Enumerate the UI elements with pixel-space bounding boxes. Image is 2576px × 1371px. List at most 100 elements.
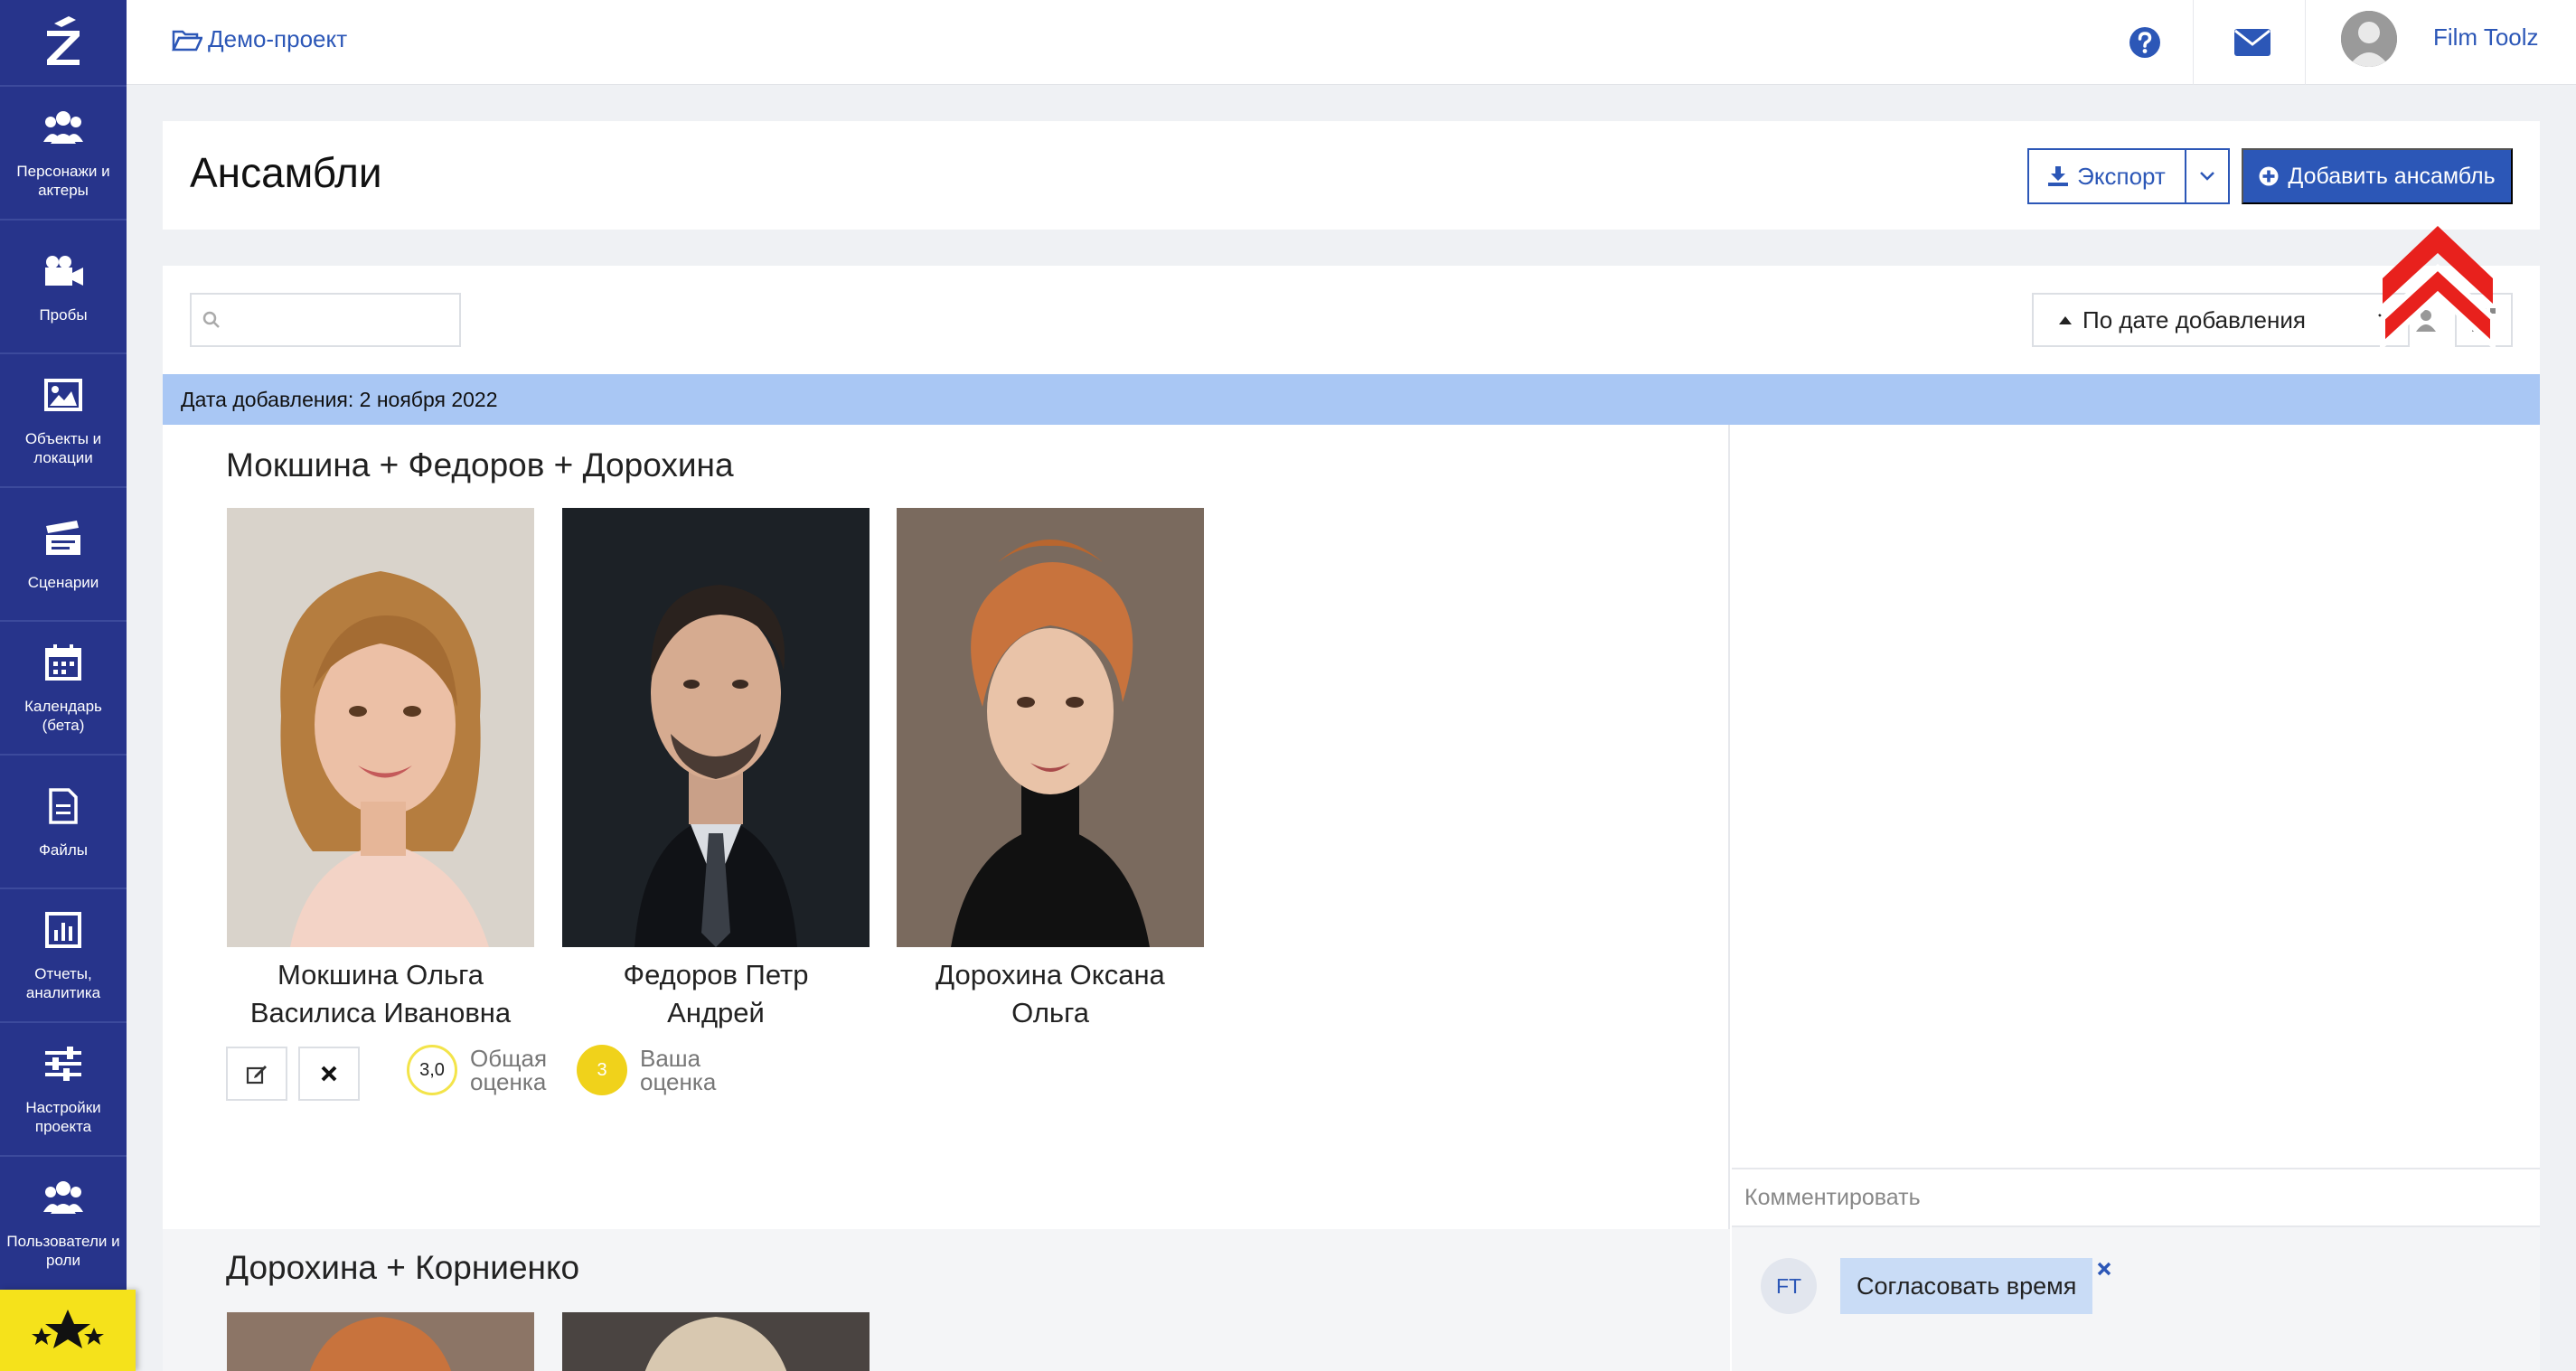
project-link[interactable]: Демо-проект	[172, 25, 347, 53]
my-rating-label-line1: Ваша	[640, 1045, 701, 1072]
actor-photo[interactable]	[227, 1312, 534, 1371]
project-name: Демо-проект	[208, 25, 348, 52]
plus-circle-icon	[2259, 166, 2279, 186]
actress-portrait-icon	[227, 508, 534, 947]
top-bar: Демо-проект Film Toolz	[127, 0, 2576, 85]
sidebar-item-label: Отчеты, аналитика	[25, 965, 101, 1001]
users-icon	[43, 1181, 83, 1214]
delete-ensemble-button[interactable]	[298, 1047, 360, 1101]
caret-up-icon	[2059, 316, 2072, 324]
total-rating-label-line1: Общая	[470, 1045, 548, 1072]
actor-photo[interactable]	[897, 508, 1204, 947]
sidebar: Персонажи и актеры Пробы Объекты и локац…	[0, 0, 127, 1371]
export-button[interactable]: Экспорт	[2027, 148, 2186, 204]
page-title: Ансамбли	[190, 149, 382, 196]
clapperboard-icon	[46, 520, 80, 555]
user-name[interactable]: Film Toolz	[2433, 23, 2539, 52]
sidebar-item-label: Пробы	[39, 305, 88, 324]
actress-portrait-icon	[227, 1312, 534, 1371]
my-rating-label-line2: оценка	[640, 1068, 717, 1095]
envelope-icon	[2234, 29, 2270, 56]
divider	[2193, 0, 2194, 85]
export-dropdown-button[interactable]	[2185, 148, 2230, 204]
actor-role: Андрей	[667, 997, 765, 1028]
users-icon	[43, 111, 83, 144]
question-circle-icon	[2129, 27, 2160, 58]
video-camera-icon	[45, 255, 83, 286]
sliders-icon	[45, 1047, 81, 1081]
user-silhouette-icon	[2341, 11, 2397, 67]
ensemble-title[interactable]: Дорохина + Корниенко	[226, 1249, 579, 1287]
sidebar-item-settings[interactable]: Настройки проекта	[0, 1021, 127, 1155]
comment-item: FT Согласовать время	[1732, 1227, 2540, 1371]
actor-card[interactable]: Федоров Петр Андрей	[562, 508, 870, 1032]
close-icon[interactable]	[2097, 1262, 2111, 1276]
stars-icon	[32, 1310, 104, 1348]
messages-button[interactable]	[2207, 0, 2298, 85]
image-icon	[44, 379, 82, 411]
export-label: Экспорт	[2077, 162, 2166, 190]
folder-open-icon	[172, 30, 202, 51]
sidebar-item-locations[interactable]: Объекты и локации	[0, 352, 127, 486]
add-ensemble-label: Добавить ансамбль	[2288, 163, 2496, 189]
sidebar-item-characters[interactable]: Персонажи и актеры	[0, 85, 127, 219]
sidebar-item-label: Пользователи и роли	[6, 1233, 120, 1269]
date-group-header: Дата добавления: 2 ноября 2022	[163, 374, 2540, 425]
sidebar-item-reports[interactable]: Отчеты, аналитика	[0, 887, 127, 1021]
sidebar-item-files[interactable]: Файлы	[0, 754, 127, 887]
sort-label: По дате добавления	[2082, 305, 2306, 333]
actor-portrait-icon	[562, 508, 870, 947]
sidebar-item-calendar[interactable]: Календарь (бета)	[0, 620, 127, 754]
comment-tag[interactable]: Согласовать время	[1840, 1258, 2093, 1314]
sidebar-item-scripts[interactable]: Сценарии	[0, 486, 127, 620]
my-rating[interactable]: 3 Ваша оценка	[577, 1045, 716, 1095]
file-icon	[49, 787, 78, 824]
sidebar-item-label: Объекты и локации	[24, 430, 102, 466]
sidebar-item-auditions[interactable]: Пробы	[0, 219, 127, 352]
edit-ensemble-button[interactable]	[226, 1047, 287, 1101]
sidebar-item-label: Календарь (бета)	[24, 698, 102, 734]
total-rating: 3,0 Общая оценка	[407, 1045, 547, 1095]
actress-portrait-icon	[897, 508, 1204, 947]
sidebar-item-label: Файлы	[38, 840, 88, 859]
sidebar-item-users[interactable]: Пользователи и роли	[0, 1155, 127, 1289]
add-ensemble-button[interactable]: Добавить ансамбль	[2242, 148, 2513, 204]
page-header: Ансамбли Экспорт Добавить ансамбль	[163, 121, 2540, 230]
actor-photo[interactable]	[562, 508, 870, 947]
actor-card[interactable]: Дорохина Оксана Ольга	[897, 508, 1204, 1032]
sidebar-item-label: Настройки проекта	[25, 1099, 101, 1135]
divider	[2305, 0, 2306, 85]
comment-input[interactable]: Комментировать	[1732, 1168, 2540, 1227]
search-box[interactable]	[190, 293, 461, 347]
sidebar-item-label: Персонажи и актеры	[16, 163, 110, 199]
my-rating-value[interactable]: 3	[577, 1045, 627, 1095]
actor-card[interactable]: Мокшина Ольга Василиса Ивановна	[227, 508, 534, 1032]
search-input[interactable]	[228, 308, 454, 332]
user-avatar[interactable]	[2341, 11, 2397, 67]
favorites-button[interactable]	[0, 1290, 136, 1371]
ensembles-panel: По дате добавления Дата добавления: 2 но…	[163, 226, 2540, 1371]
comment-author-avatar: FT	[1761, 1258, 1817, 1314]
close-icon	[321, 1066, 337, 1082]
actor-name: Федоров Петр	[623, 959, 809, 991]
actor-name: Дорохина Оксана	[935, 959, 1165, 991]
actor-photo[interactable]	[227, 508, 534, 947]
actor-role: Василиса Ивановна	[249, 997, 512, 1028]
total-rating-label-line2: оценка	[470, 1068, 547, 1095]
ensemble-card: Мокшина + Федоров + Дорохина Мокшина Оль…	[163, 425, 1730, 1229]
actor-name: Мокшина Ольга	[277, 959, 484, 991]
help-button[interactable]	[2113, 0, 2176, 85]
actor-photo[interactable]	[562, 1312, 870, 1371]
app-logo[interactable]	[0, 0, 127, 85]
bar-chart-icon	[45, 912, 81, 948]
ensemble-card: Дорохина + Корниенко	[163, 1229, 1730, 1371]
total-rating-value: 3,0	[407, 1045, 457, 1095]
actress-portrait-icon	[562, 1312, 870, 1371]
z-logo-icon	[47, 16, 80, 65]
ensemble-title[interactable]: Мокшина + Федоров + Дорохина	[226, 446, 734, 484]
double-chevron-up-marker-icon	[2380, 226, 2496, 352]
comments-pane: Комментировать FT Согласовать время	[1732, 425, 2540, 1371]
sort-select[interactable]: По дате добавления	[2032, 293, 2410, 347]
sidebar-item-label: Сценарии	[27, 573, 99, 591]
calendar-icon	[45, 644, 81, 681]
